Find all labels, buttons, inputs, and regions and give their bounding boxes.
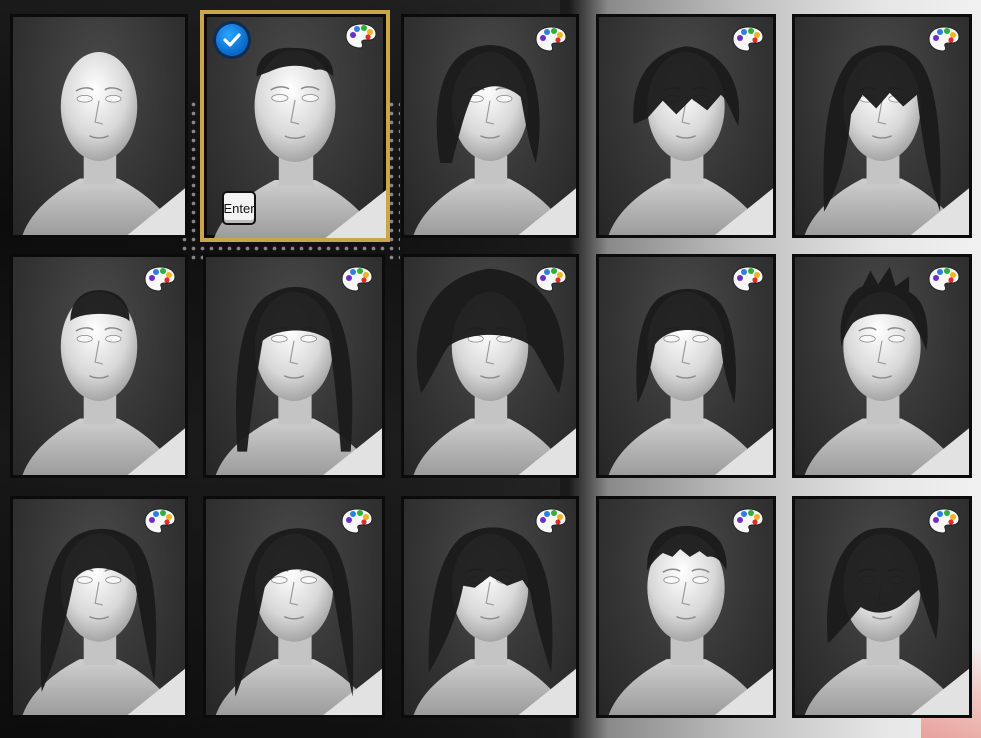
checkmark-icon <box>216 24 248 56</box>
enter-key-prompt: Enter <box>222 191 256 225</box>
color-palette-icon[interactable] <box>143 507 177 535</box>
hairstyle-option-short-textured[interactable] <box>596 496 776 718</box>
color-palette-icon[interactable] <box>340 507 374 535</box>
color-palette-icon[interactable] <box>340 265 374 293</box>
color-palette-icon[interactable] <box>534 507 568 535</box>
color-palette-icon[interactable] <box>534 265 568 293</box>
hairstyle-option-long-slicked-back[interactable] <box>203 496 385 718</box>
hairstyle-option-long-dreadlocks[interactable] <box>203 254 385 478</box>
color-palette-icon[interactable] <box>731 25 765 53</box>
hairstyle-option-long-wavy[interactable] <box>401 14 579 238</box>
color-palette-icon[interactable] <box>534 25 568 53</box>
color-palette-icon[interactable] <box>143 265 177 293</box>
hairstyle-option-spiky[interactable] <box>792 254 972 478</box>
hairstyle-option-buzz-cut[interactable] <box>10 254 188 478</box>
hairstyle-option-short-undercut[interactable]: Enter <box>200 10 390 242</box>
color-palette-icon[interactable] <box>927 507 961 535</box>
hairstyle-option-long-layered[interactable] <box>401 496 579 718</box>
hairstyle-option-afro[interactable] <box>401 254 579 478</box>
color-palette-icon[interactable] <box>731 507 765 535</box>
hairstyle-option-long-straight-bangs[interactable] <box>792 14 972 238</box>
color-palette-icon[interactable] <box>927 265 961 293</box>
color-palette-icon[interactable] <box>927 25 961 53</box>
hairstyle-option-emo-fringe[interactable] <box>792 496 972 718</box>
hairstyle-option-bald[interactable] <box>10 14 188 238</box>
hairstyle-grid: Enter <box>0 0 981 738</box>
hairstyle-option-bowl-fringe[interactable] <box>596 14 776 238</box>
color-palette-icon[interactable] <box>344 22 378 50</box>
hairstyle-option-mullet[interactable] <box>596 254 776 478</box>
character-head-preview <box>22 52 185 235</box>
hairstyle-option-long-side-part[interactable] <box>10 496 188 718</box>
color-palette-icon[interactable] <box>731 265 765 293</box>
